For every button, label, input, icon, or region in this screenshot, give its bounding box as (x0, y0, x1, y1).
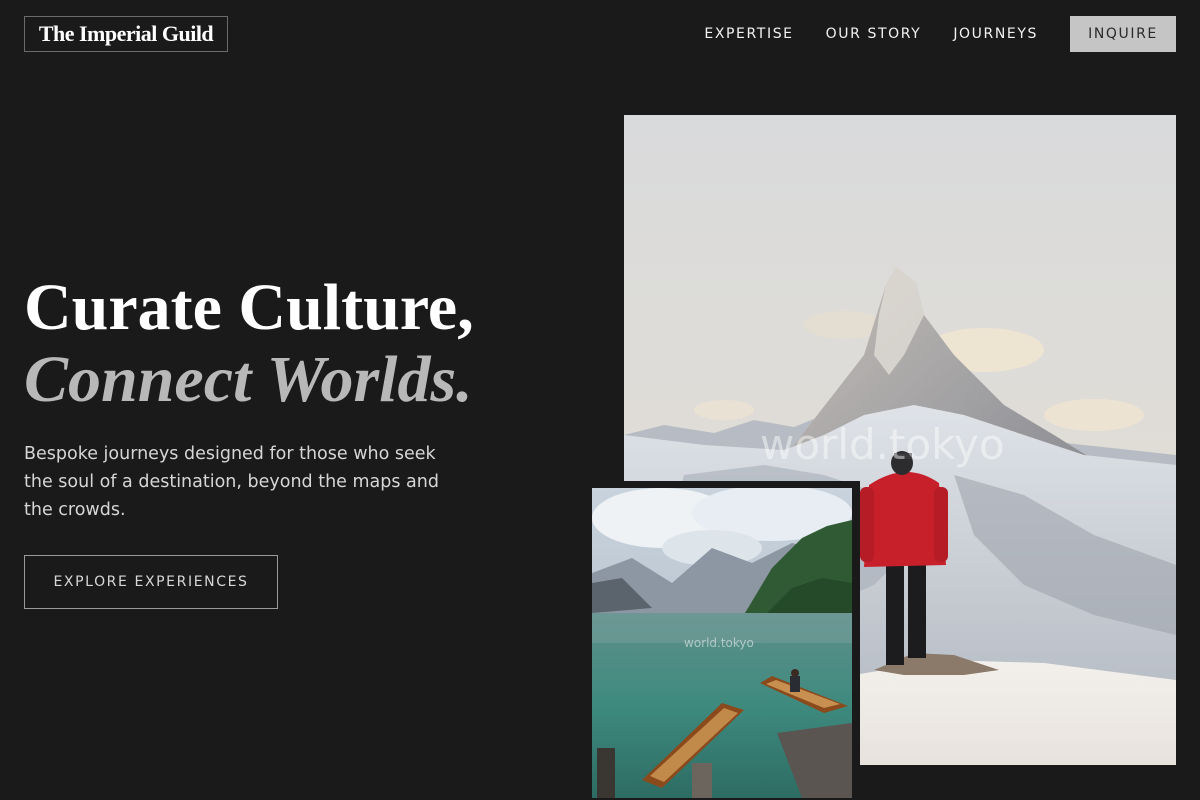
hero-image-lake: world.tokyo (592, 488, 852, 798)
nav-link-journeys[interactable]: JOURNEYS (953, 26, 1038, 42)
main-nav: EXPERTISE OUR STORY JOURNEYS INQUIRE (704, 16, 1176, 52)
headline-line-2: Connect Worlds. (24, 343, 473, 416)
nav-link-expertise[interactable]: EXPERTISE (704, 26, 793, 42)
hero-headline: Curate Culture, Connect Worlds. (24, 272, 584, 416)
page: The Imperial Guild EXPERTISE OUR STORY J… (0, 0, 1200, 800)
explore-experiences-button[interactable]: EXPLORE EXPERIENCES (24, 555, 278, 609)
logo[interactable]: The Imperial Guild (24, 16, 228, 52)
lake-illustration (592, 488, 852, 798)
headline-line-1: Curate Culture, (24, 271, 474, 344)
inquire-button[interactable]: INQUIRE (1070, 16, 1176, 52)
hero-subtext: Bespoke journeys designed for those who … (24, 444, 439, 520)
nav-link-our-story[interactable]: OUR STORY (826, 26, 922, 42)
